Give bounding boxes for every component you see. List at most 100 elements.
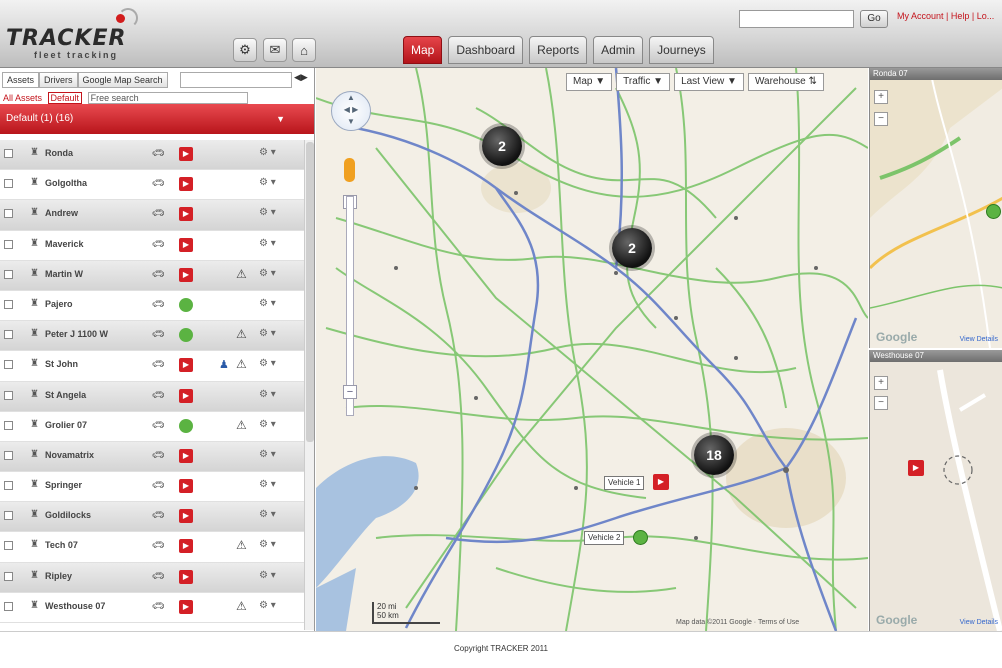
tab-drivers[interactable]: Drivers (39, 72, 78, 88)
asset-name[interactable]: Andrew (45, 208, 78, 218)
alert-icon[interactable]: ⚠ (236, 418, 247, 432)
pan-control[interactable]: ▲ ◀ ▶ ▼ (331, 91, 371, 131)
car-icon[interactable]: 🚗︎ (152, 239, 165, 250)
row-checkbox[interactable] (4, 269, 13, 279)
row-checkbox[interactable] (4, 179, 13, 189)
alert-icon[interactable]: ⚠ (236, 267, 247, 281)
row-checkbox[interactable] (4, 299, 13, 309)
tab-journeys[interactable]: Journeys (649, 36, 714, 64)
detail-map-bottom[interactable]: Westhouse 07 + − ▶ Google View Details (869, 350, 1002, 631)
row-checkbox[interactable] (4, 571, 13, 581)
collapse-icon[interactable]: ◀▶ (294, 72, 308, 83)
row-menu-icon[interactable]: ⚙ ▾ (259, 238, 276, 249)
asset-row[interactable]: ♜ Tech 07 🚗︎ ▶ ⚠ ⚙ ▾ (0, 532, 304, 563)
row-menu-icon[interactable]: ⚙ ▾ (259, 328, 276, 339)
last-view-dropdown[interactable]: Last View ▼ (674, 73, 744, 91)
asset-row[interactable]: ♜ Goldilocks 🚗︎ ▶ ⚙ ▾ (0, 502, 304, 533)
asset-row[interactable]: ♜ Westhouse 07 🚗︎ ▶ ⚠ ⚙ ▾ (0, 593, 304, 623)
asset-name[interactable]: St John (45, 359, 78, 369)
tab-reports[interactable]: Reports (529, 36, 588, 64)
asset-row[interactable]: ♜ Ronda 🚗︎ ▶ ⚙ ▾ (0, 140, 304, 171)
asset-row[interactable]: ♜ Golgoltha 🚗︎ ▶ ⚙ ▾ (0, 170, 304, 201)
asset-name[interactable]: Peter J 1100 W (45, 329, 108, 339)
asset-row[interactable]: ♜ Ripley 🚗︎ ▶ ⚙ ▾ (0, 562, 304, 593)
moving-vehicle-marker[interactable] (986, 204, 1001, 219)
row-checkbox[interactable] (4, 420, 13, 430)
chevron-down-icon[interactable]: ▼ (276, 104, 285, 134)
stopped-vehicle-marker[interactable]: ▶ (908, 460, 924, 476)
gear-icon[interactable]: ⚙ (233, 38, 257, 62)
asset-name[interactable]: Martin W (45, 269, 83, 279)
asset-name[interactable]: Ronda (45, 148, 73, 158)
cluster-marker[interactable]: 2 (612, 228, 652, 268)
view-details-link[interactable]: View Details (960, 619, 998, 626)
row-menu-icon[interactable]: ⚙ ▾ (259, 389, 276, 400)
free-search-input[interactable]: Free search (87, 92, 248, 104)
zoom-out-button[interactable]: − (874, 396, 888, 410)
tab-admin[interactable]: Admin (593, 36, 644, 64)
driver-icon[interactable]: ♟ (219, 358, 229, 371)
row-checkbox[interactable] (4, 511, 13, 521)
car-icon[interactable]: 🚗︎ (152, 571, 165, 582)
scroll-thumb[interactable] (306, 142, 314, 442)
car-icon[interactable]: 🚗︎ (152, 480, 165, 491)
map-type-dropdown[interactable]: Map ▼ (566, 73, 613, 91)
asset-name[interactable]: Springer (45, 480, 82, 490)
tab-assets[interactable]: Assets (2, 72, 40, 88)
asset-name[interactable]: Pajero (45, 299, 73, 309)
zoom-in-button[interactable]: + (874, 90, 888, 104)
asset-row[interactable]: ♜ Novamatrix 🚗︎ ▶ ⚙ ▾ (0, 441, 304, 473)
sidebar-search-input[interactable] (180, 72, 292, 88)
row-menu-icon[interactable]: ⚙ ▾ (259, 539, 276, 550)
search-input[interactable] (739, 10, 854, 28)
row-checkbox[interactable] (4, 450, 13, 460)
asset-name[interactable]: Ripley (45, 571, 72, 581)
sidebar-scrollbar[interactable] (304, 140, 314, 630)
moving-vehicle-marker[interactable] (633, 530, 648, 545)
row-menu-icon[interactable]: ⚙ ▾ (259, 570, 276, 581)
asset-name[interactable]: Grolier 07 (45, 420, 87, 430)
asset-name[interactable]: Westhouse 07 (45, 601, 105, 611)
asset-name[interactable]: Golgoltha (45, 178, 87, 188)
group-select[interactable]: Default (47, 92, 83, 104)
car-icon[interactable]: 🚗︎ (152, 178, 165, 189)
row-menu-icon[interactable]: ⚙ ▾ (259, 147, 276, 158)
car-icon[interactable]: 🚗︎ (152, 148, 165, 159)
asset-row[interactable]: ♜ Pajero 🚗︎ ⚙ ▾ (0, 291, 304, 322)
asset-row[interactable]: ♜ Grolier 07 🚗︎ ⚠ ⚙ ▾ (0, 412, 304, 442)
warehouse-dropdown[interactable]: Warehouse ⇅ (747, 73, 824, 91)
car-icon[interactable]: 🚗︎ (152, 299, 165, 310)
car-icon[interactable]: 🚗︎ (152, 540, 165, 551)
row-menu-icon[interactable]: ⚙ ▾ (259, 298, 276, 309)
row-menu-icon[interactable]: ⚙ ▾ (259, 177, 276, 188)
row-menu-icon[interactable]: ⚙ ▾ (259, 358, 276, 369)
home-icon[interactable]: ⌂ (292, 38, 316, 62)
tab-google-map-search[interactable]: Google Map Search (77, 72, 168, 88)
row-checkbox[interactable] (4, 601, 13, 611)
stopped-vehicle-marker[interactable]: ▶ (653, 474, 669, 490)
row-checkbox[interactable] (4, 209, 13, 219)
row-menu-icon[interactable]: ⚙ ▾ (259, 600, 276, 611)
asset-row[interactable]: ♜ Peter J 1100 W 🚗︎ ⚠ ⚙ ▾ (0, 321, 304, 352)
group-header[interactable]: Default (1) (16) ▼ (0, 104, 314, 134)
asset-row[interactable]: ♜ Maverick 🚗︎ ▶ ⚙ ▾ (0, 231, 304, 261)
asset-row[interactable]: ♜ St John 🚗︎ ▶ ♟ ⚠ ⚙ ▾ (0, 351, 304, 382)
row-menu-icon[interactable]: ⚙ ▾ (259, 419, 276, 430)
cluster-marker[interactable]: 18 (694, 435, 734, 475)
cluster-marker[interactable]: 2 (482, 126, 522, 166)
row-checkbox[interactable] (4, 541, 13, 551)
row-checkbox[interactable] (4, 360, 13, 370)
view-details-link[interactable]: View Details (960, 336, 998, 343)
row-checkbox[interactable] (4, 239, 13, 249)
row-menu-icon[interactable]: ⚙ ▾ (259, 509, 276, 520)
go-button[interactable]: Go (860, 10, 888, 28)
asset-name[interactable]: Tech 07 (45, 540, 78, 550)
asset-name[interactable]: Maverick (45, 239, 84, 249)
row-menu-icon[interactable]: ⚙ ▾ (259, 479, 276, 490)
asset-name[interactable]: St Angela (45, 390, 86, 400)
car-icon[interactable]: 🚗︎ (152, 390, 165, 401)
alert-icon[interactable]: ⚠ (236, 538, 247, 552)
asset-name[interactable]: Novamatrix (45, 450, 94, 460)
row-menu-icon[interactable]: ⚙ ▾ (259, 207, 276, 218)
traffic-dropdown[interactable]: Traffic ▼ (616, 73, 671, 91)
